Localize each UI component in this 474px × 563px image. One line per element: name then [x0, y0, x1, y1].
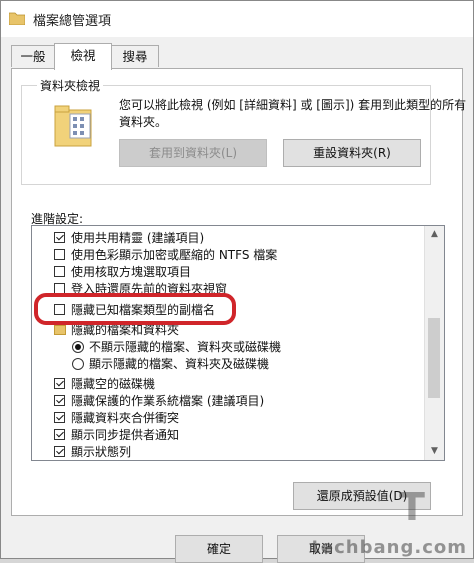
scrollbar-thumb[interactable] [428, 318, 440, 398]
title-bar: 檔案總管選項 [1, 1, 473, 37]
setting-label: 隱藏空的磁碟機 [71, 377, 156, 391]
setting-label: 顯示狀態列 [71, 445, 132, 459]
checkbox[interactable] [54, 232, 65, 243]
checkbox[interactable] [54, 395, 65, 406]
radio-button[interactable] [72, 341, 84, 353]
folder-icon [9, 12, 25, 25]
folder-icon [54, 325, 66, 335]
setting-label: 隱藏保護的作業系統檔案 (建議項目) [71, 394, 265, 408]
advanced-settings-list[interactable]: 使用共用精靈 (建議項目) 使用色彩顯示加密或壓縮的 NTFS 檔案 使用核取方… [31, 225, 445, 461]
checkbox[interactable] [54, 249, 65, 260]
annotation-highlight [34, 293, 236, 325]
setting-label: 使用共用精靈 (建議項目) [71, 231, 205, 245]
checkbox[interactable] [54, 446, 65, 457]
checkbox[interactable] [54, 378, 65, 389]
setting-label: 不顯示隱藏的檔案、資料夾或磁碟機 [89, 340, 282, 354]
watermark-logo: T [399, 485, 425, 529]
reset-folders-button[interactable]: 重設資料夾(R) [283, 139, 421, 167]
radio-button[interactable] [72, 358, 84, 370]
tab-view[interactable]: 檢視 [54, 43, 112, 70]
checkbox[interactable] [54, 412, 65, 423]
checkbox[interactable] [54, 429, 65, 440]
window-title: 檔案總管選項 [33, 14, 112, 29]
checkbox[interactable] [54, 266, 65, 277]
folder-views-legend: 資料夾檢視 [37, 77, 104, 94]
folder-views-description: 您可以將此檢視 (例如 [詳細資料] 或 [圖示]) 套用到此類型的所有資料夾。 [119, 98, 467, 129]
vertical-scrollbar[interactable]: ▲ ▼ [424, 226, 444, 460]
scroll-down-icon[interactable]: ▼ [425, 443, 444, 460]
setting-label: 顯示同步提供者通知 [71, 428, 180, 442]
folder-view-icon [54, 105, 92, 147]
tab-search[interactable]: 搜尋 [111, 45, 159, 67]
scroll-up-icon[interactable]: ▲ [425, 226, 444, 243]
setting-label: 顯示隱藏的檔案、資料夾及磁碟機 [89, 357, 270, 371]
watermark: techbang.com [311, 537, 467, 558]
setting-label: 使用色彩顯示加密或壓縮的 NTFS 檔案 [71, 248, 278, 262]
tab-general[interactable]: 一般 [11, 45, 55, 67]
setting-label: 使用核取方塊選取項目 [71, 265, 192, 279]
folder-options-dialog: 檔案總管選項 一般 檢視 搜尋 資料夾檢視 您可以將此檢視 (例如 [詳細資料]… [0, 0, 474, 563]
apply-to-folders-button[interactable]: 套用到資料夾(L) [119, 139, 267, 167]
setting-label: 隱藏資料夾合併衝突 [71, 411, 180, 425]
